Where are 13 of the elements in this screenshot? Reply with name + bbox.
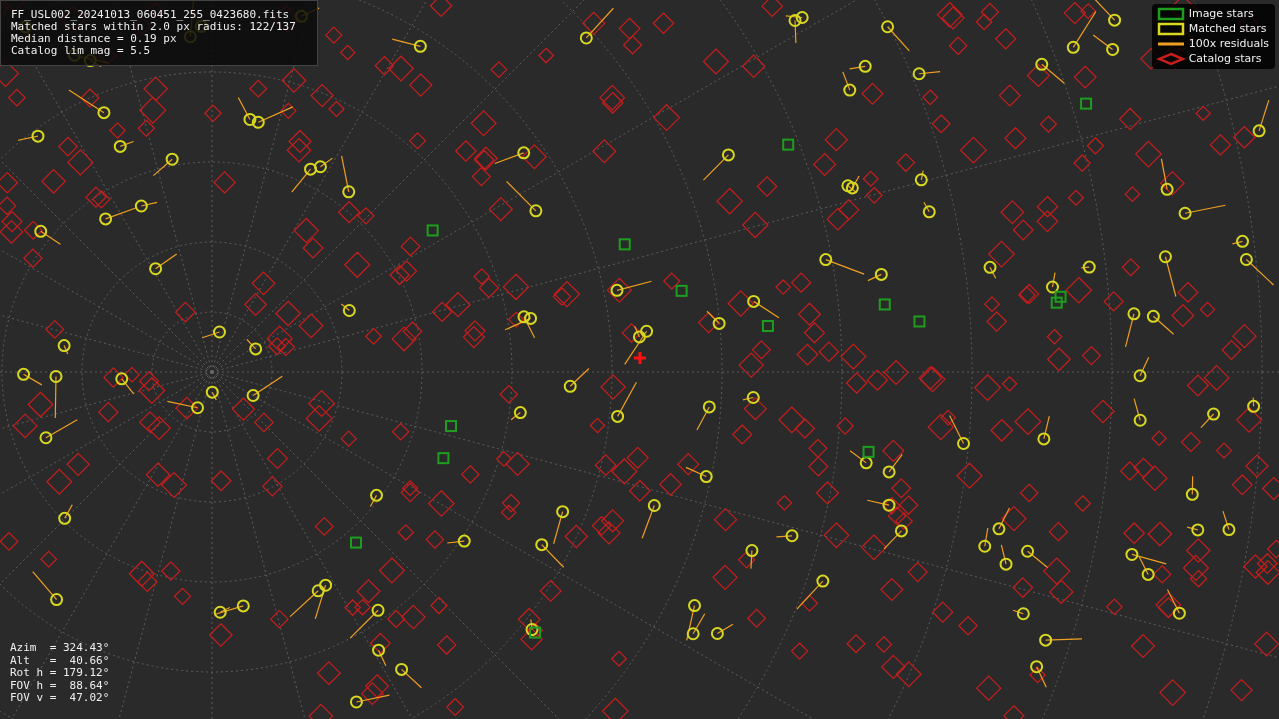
pointing-text: Alt = 40.66° — [10, 654, 110, 667]
legend-label: 100x residuals — [1188, 37, 1269, 51]
legend-label: Image stars — [1188, 7, 1254, 21]
info-text: Matched stars within 2.0 px radius: 122/137 — [11, 21, 297, 33]
info-text: Median distance = 0.19 px — [11, 33, 178, 45]
pointing-text: Azim = 324.43° — [10, 642, 110, 655]
pointing-text: FOV h = 88.64° — [10, 679, 110, 692]
info-text: FF_USL002_20241013_060451_255_0423680.fits — [11, 9, 291, 21]
pointing-text: FOV v = 47.02° — [10, 692, 110, 705]
legend-label: Catalog stars — [1188, 52, 1262, 66]
info-text: Catalog lim mag = 5.5 — [11, 45, 152, 57]
legend-label: Matched stars — [1188, 22, 1267, 36]
pointing-text: Rot h = 179.12° — [10, 667, 110, 680]
